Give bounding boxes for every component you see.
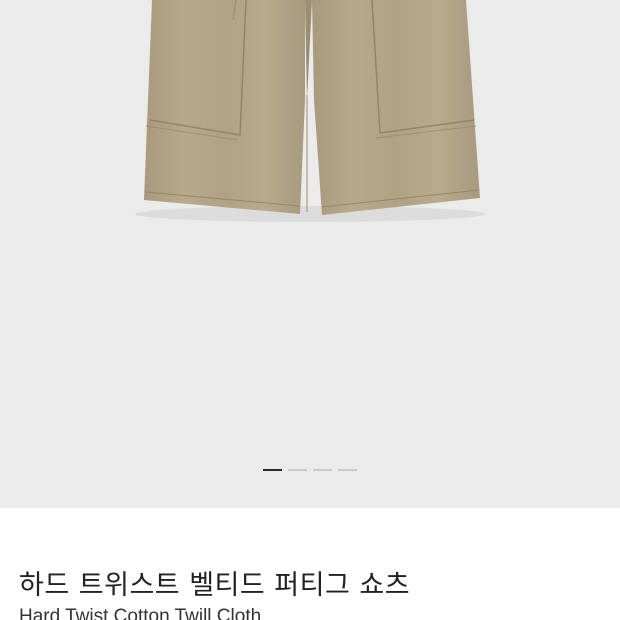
carousel-indicator-1[interactable] — [263, 469, 282, 471]
product-image-area[interactable] — [0, 0, 620, 508]
carousel-indicator-3[interactable] — [313, 469, 332, 471]
carousel-indicator-4[interactable] — [338, 469, 357, 471]
carousel-indicator-2[interactable] — [288, 469, 307, 471]
product-subtitle: Hard Twist Cotton Twill Cloth — [19, 606, 262, 620]
product-info: 하드 트위스트 벨티드 퍼티그 쇼츠 Hard Twist Cotton Twi… — [0, 508, 620, 620]
shorts-image — [135, 0, 485, 222]
carousel-pager — [263, 469, 357, 471]
product-title: 하드 트위스트 벨티드 퍼티그 쇼츠 — [19, 570, 411, 601]
